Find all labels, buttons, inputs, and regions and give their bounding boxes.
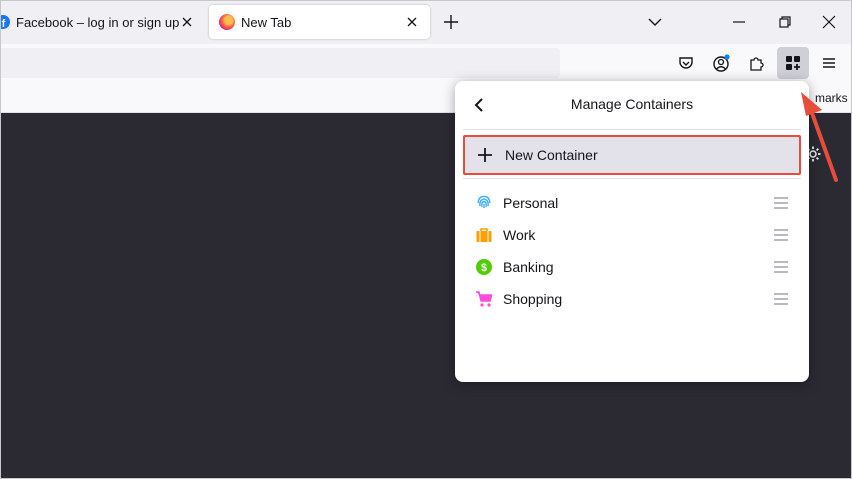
panel-header: Manage Containers <box>455 81 809 129</box>
close-icon[interactable] <box>404 14 420 30</box>
pocket-button[interactable] <box>674 51 698 75</box>
container-item-personal[interactable]: Personal <box>463 187 801 219</box>
tab-label: New Tab <box>241 14 292 30</box>
menu-button[interactable] <box>817 51 841 75</box>
new-container-label: New Container <box>505 147 598 163</box>
container-label: Shopping <box>503 291 563 307</box>
close-icon[interactable] <box>179 14 195 30</box>
drag-handle-icon[interactable] <box>773 228 789 242</box>
container-label: Personal <box>503 195 559 211</box>
list-all-tabs-chevron-icon[interactable] <box>646 13 664 31</box>
container-item-work[interactable]: Work <box>463 219 801 251</box>
tab-strip: f Facebook – log in or sign up New Tab <box>0 0 852 44</box>
divider <box>463 178 801 179</box>
url-bar[interactable] <box>0 48 560 78</box>
close-window-icon[interactable] <box>820 13 838 31</box>
cart-icon <box>476 291 493 307</box>
container-label: Work <box>503 227 536 243</box>
container-item-banking[interactable]: $ Banking <box>463 251 801 283</box>
panel-title: Manage Containers <box>570 96 694 112</box>
puzzle-icon <box>750 57 764 71</box>
extensions-button[interactable] <box>745 51 769 75</box>
new-tab-plus-icon[interactable] <box>442 13 460 31</box>
drag-handle-icon[interactable] <box>773 196 789 210</box>
facebook-icon: f <box>0 15 10 29</box>
pocket-icon <box>679 57 693 69</box>
account-icon <box>713 54 730 72</box>
container-item-shopping[interactable]: Shopping <box>463 283 801 315</box>
svg-text:f: f <box>2 18 6 29</box>
containers-icon <box>786 56 800 70</box>
containers-button[interactable] <box>777 47 809 79</box>
tab-new-tab[interactable]: New Tab <box>209 5 430 39</box>
account-button[interactable] <box>709 51 733 75</box>
firefox-icon <box>219 14 235 30</box>
drag-handle-icon[interactable] <box>773 292 789 306</box>
dollar-icon: $ <box>476 259 492 275</box>
new-container-button[interactable]: New Container <box>463 135 801 175</box>
container-label: Banking <box>503 259 554 275</box>
hamburger-menu-icon <box>823 58 835 68</box>
tab-label: Facebook – log in or sign up <box>16 14 180 30</box>
other-bookmarks-label[interactable]: marks <box>815 91 848 105</box>
minimize-icon[interactable] <box>730 13 748 31</box>
plus-icon <box>478 148 492 162</box>
drag-handle-icon[interactable] <box>773 260 789 274</box>
briefcase-icon <box>476 228 492 242</box>
svg-text:$: $ <box>481 262 487 274</box>
divider <box>463 129 801 130</box>
fingerprint-icon <box>477 195 491 208</box>
restore-icon[interactable] <box>776 13 794 31</box>
tab-facebook[interactable]: f Facebook – log in or sign up <box>0 5 205 39</box>
manage-containers-panel: Manage Containers New Container Personal… <box>455 81 809 382</box>
nav-toolbar <box>0 44 852 82</box>
